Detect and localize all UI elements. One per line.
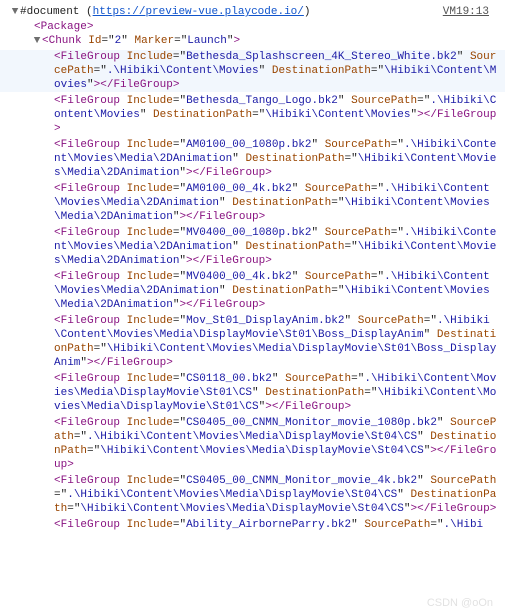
watermark-text: CSDN @oOn (427, 596, 493, 610)
filegroup-node[interactable]: <FileGroup Include="CS0118_00.bk2" Sourc… (0, 372, 505, 414)
filegroup-node[interactable]: <FileGroup Include="MV0400_00_1080p.bk2"… (0, 226, 505, 268)
filegroup-node[interactable]: <FileGroup Include="Bethesda_Splashscree… (0, 50, 505, 92)
filegroup-node[interactable]: <FileGroup Include="CS0405_00_CNMN_Monit… (0, 416, 505, 472)
filegroup-node[interactable]: <FileGroup Include="Mov_St01_DisplayAnim… (0, 314, 505, 370)
triangle-down-icon[interactable]: ▼ (10, 5, 20, 19)
document-label: #document (20, 5, 79, 19)
package-node[interactable]: <Package> (0, 20, 505, 34)
filegroup-node[interactable]: <FileGroup Include="Ability_AirborneParr… (0, 518, 505, 532)
filegroup-node[interactable]: <FileGroup Include="AM0100_00_1080p.bk2"… (0, 138, 505, 180)
chunk-node[interactable]: ▼ <Chunk Id="2" Marker="Launch"> (0, 34, 505, 48)
doc-url-link[interactable]: https://preview-vue.playcode.io/ (93, 5, 304, 19)
filegroup-node[interactable]: <FileGroup Include="AM0100_00_4k.bk2" So… (0, 182, 505, 224)
doc-header: ▼ #document (https://preview-vue.playcod… (0, 4, 505, 20)
vm-source-link[interactable]: VM19:13 (443, 5, 489, 19)
filegroup-node[interactable]: <FileGroup Include="MV0400_00_4k.bk2" So… (0, 270, 505, 312)
filegroup-node[interactable]: <FileGroup Include="Bethesda_Tango_Logo.… (0, 94, 505, 136)
triangle-down-icon[interactable]: ▼ (32, 34, 42, 48)
filegroup-node[interactable]: <FileGroup Include="CS0405_00_CNMN_Monit… (0, 474, 505, 516)
